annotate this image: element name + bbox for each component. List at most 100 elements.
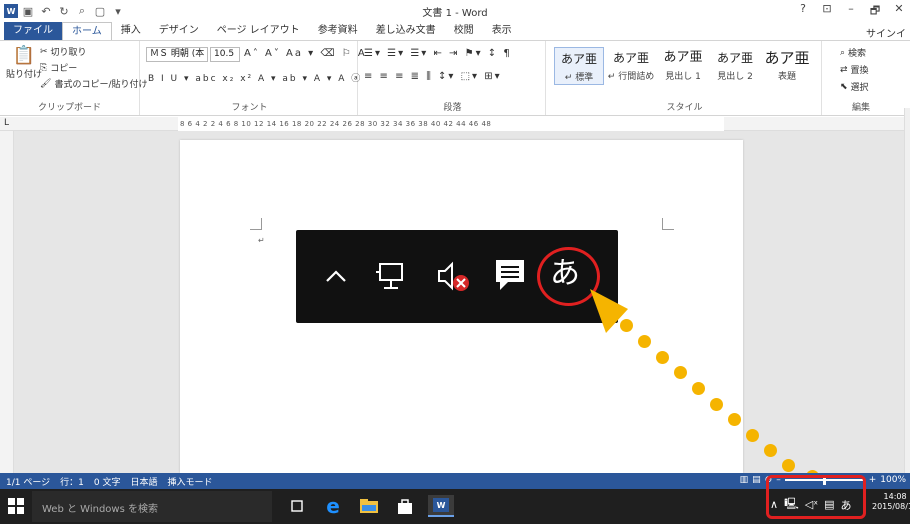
vertical-ruler[interactable]: [0, 131, 14, 473]
read-mode-icon[interactable]: ▥: [740, 475, 749, 485]
trail-dot: [674, 366, 687, 379]
replace-icon: ⇄: [840, 64, 848, 75]
taskbar-search-placeholder: Web と Windows を検索: [42, 504, 158, 515]
cut-button[interactable]: ✂ 切り取り: [40, 45, 87, 59]
help-button[interactable]: ?: [796, 2, 810, 21]
copy-icon: ⎘: [40, 62, 48, 73]
file-explorer-icon[interactable]: [358, 495, 380, 517]
tab-file[interactable]: ファイル: [4, 22, 62, 40]
scissors-icon: ✂: [40, 46, 48, 57]
close-button[interactable]: ✕: [892, 2, 906, 21]
print-preview-icon[interactable]: ⌕: [74, 3, 90, 19]
word-logo-icon[interactable]: W: [4, 4, 18, 18]
paragraph-row-bottom[interactable]: ≡ ≡ ≡ ≣ ⫼ ↕▾ ⬚▾ ⊞▾: [364, 71, 502, 82]
taskbar-search-box[interactable]: Web と Windows を検索: [32, 491, 272, 522]
window-controls: ? ⊡ – 🗗 ✕: [796, 2, 906, 21]
paste-button[interactable]: 📋 貼り付け: [6, 45, 42, 80]
style-heading-2[interactable]: あア亜 見出し 2: [710, 47, 760, 85]
margin-mark-left: [250, 218, 262, 230]
windows-start-icon[interactable]: [8, 498, 24, 514]
paragraph-mark: ↵: [258, 236, 265, 245]
tab-design[interactable]: デザイン: [150, 22, 208, 40]
customize-qat-icon[interactable]: ▾: [110, 3, 126, 19]
clock-time: 14:08: [883, 492, 907, 501]
paragraph-group-label: 段落: [443, 103, 462, 113]
editing-group-label: 編集: [851, 103, 870, 113]
tab-mailings[interactable]: 差し込み文書: [367, 22, 445, 40]
ribbon: 📋 貼り付け ✂ 切り取り ⎘ コピー 🖌 書式のコピー/貼り付け クリップボー…: [0, 40, 910, 116]
trail-dot: [746, 429, 759, 442]
styles-group: あア亜 ↵ 標準 あア亜 ↵ 行間詰め あア亜 見出し 1 あア亜 見出し 2 …: [548, 41, 822, 115]
tab-references[interactable]: 参考資料: [309, 22, 367, 40]
word-count[interactable]: 0 文字: [94, 475, 121, 488]
quick-access-toolbar: W ▣ ↶ ↻ ⌕ ▢ ▾: [0, 3, 126, 19]
taskbar-clock[interactable]: 14:08 2015/08/11: [872, 492, 910, 512]
page-count[interactable]: 1/1 ページ: [6, 475, 50, 488]
store-icon[interactable]: [394, 495, 416, 517]
language-indicator[interactable]: 日本語: [131, 475, 158, 488]
signin-link[interactable]: サインイ: [866, 25, 906, 40]
task-view-icon[interactable]: [286, 495, 308, 517]
tab-stop-selector[interactable]: L: [4, 118, 9, 128]
trail-dot: [728, 413, 741, 426]
font-group-label: フォント: [231, 103, 268, 113]
trail-dot: [710, 398, 723, 411]
trail-dot: [764, 444, 777, 457]
paste-icon: 📋: [12, 45, 36, 66]
zoom-in-button[interactable]: +: [869, 475, 877, 485]
clipboard-group-label: クリップボード: [37, 103, 101, 113]
binoculars-icon: ⌕: [840, 47, 846, 58]
network-icon: [376, 263, 403, 289]
paragraph-row-top[interactable]: ☰▾ ☰▾ ☰▾ ⇤ ⇥ ⚑▾ ↕ ¶: [364, 48, 512, 59]
undo-icon[interactable]: ↶: [38, 3, 54, 19]
brush-icon: 🖌: [40, 78, 52, 89]
vertical-scrollbar[interactable]: [904, 108, 910, 473]
trail-dot: [782, 459, 795, 472]
select-button[interactable]: ⬉ 選択: [840, 80, 869, 94]
copy-button[interactable]: ⎘ コピー: [40, 61, 77, 75]
tab-review[interactable]: 校閲: [445, 22, 483, 40]
document-title: 文書 1 - Word: [422, 8, 488, 19]
line-number[interactable]: 行：1: [60, 475, 84, 488]
print-layout-icon[interactable]: ▤: [752, 475, 761, 485]
zoom-level[interactable]: 100%: [880, 475, 906, 485]
clipboard-group: 📋 貼り付け ✂ 切り取り ⎘ コピー 🖌 書式のコピー/貼り付け クリップボー…: [0, 41, 147, 115]
trail-dot: [638, 335, 651, 348]
font-size-box[interactable]: 10.5: [210, 47, 240, 62]
trail-dot: [656, 351, 669, 364]
margin-mark-right: [662, 218, 674, 230]
editing-group: ⌕ 検索 ⇄ 置換 ⬉ 選択 編集: [826, 41, 896, 115]
find-button[interactable]: ⌕ 検索: [840, 46, 866, 60]
restore-button[interactable]: 🗗: [868, 2, 882, 21]
horizontal-ruler[interactable]: L 8 6 4 2 2 4 6 8 10 12 14 16 18 20 22 2…: [0, 117, 910, 131]
clock-date: 2015/08/11: [872, 502, 910, 511]
tab-page-layout[interactable]: ページ レイアウト: [208, 22, 309, 40]
styles-group-label: スタイル: [666, 103, 703, 113]
minimize-button[interactable]: –: [844, 2, 858, 21]
style-title[interactable]: あア亜 表題: [762, 47, 812, 85]
cursor-icon: ⬉: [840, 81, 848, 92]
font-row-top[interactable]: A˄ A˅ Aa ▾ ⌫ ⚐ A: [244, 48, 367, 59]
new-document-icon[interactable]: ▢: [92, 3, 108, 19]
chevron-up-icon: [326, 270, 346, 282]
paragraph-group: ☰▾ ☰▾ ☰▾ ⇤ ⇥ ⚑▾ ↕ ¶ ≡ ≡ ≡ ≣ ⫼ ↕▾ ⬚▾ ⊞▾ 段…: [360, 41, 546, 115]
redo-icon[interactable]: ↻: [56, 3, 72, 19]
style-heading-1[interactable]: あア亜 見出し 1: [658, 47, 708, 85]
ribbon-display-button[interactable]: ⊡: [820, 2, 834, 21]
tray-highlight-box: [766, 475, 866, 519]
tab-view[interactable]: 表示: [483, 22, 521, 40]
tab-home[interactable]: ホーム: [62, 22, 112, 40]
style-normal[interactable]: あア亜 ↵ 標準: [554, 47, 604, 85]
font-row-bottom[interactable]: B I U ▾ abc x₂ x² A ▾ ab ▾ A ▾ A ⓐ: [148, 71, 362, 84]
replace-button[interactable]: ⇄ 置換: [840, 63, 869, 77]
format-painter-button[interactable]: 🖌 書式のコピー/貼り付け: [40, 77, 147, 91]
trail-dot: [620, 319, 633, 332]
style-no-spacing[interactable]: あア亜 ↵ 行間詰め: [606, 47, 656, 85]
word-taskbar-icon[interactable]: W: [428, 495, 454, 517]
save-icon[interactable]: ▣: [20, 3, 36, 19]
action-center-icon: [496, 260, 524, 290]
insert-mode[interactable]: 挿入モード: [168, 475, 213, 488]
edge-browser-icon[interactable]: e: [322, 494, 344, 518]
font-name-box[interactable]: ＭＳ 明朝 (本: [146, 47, 208, 62]
tab-insert[interactable]: 挿入: [112, 22, 150, 40]
